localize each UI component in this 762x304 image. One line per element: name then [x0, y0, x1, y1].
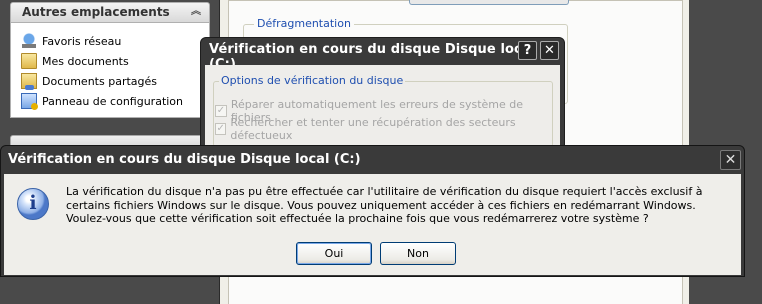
close-button[interactable]: ✕ [720, 150, 741, 170]
message-text: La vérification du disque n'a pas pu êtr… [66, 185, 703, 225]
task-pane-header[interactable]: Autres emplacements ︽ [10, 2, 210, 23]
task-pane-list: Favoris réseau Mes documents Documents p… [10, 23, 210, 118]
message-dialog: Vérification en cours du disque Disque l… [0, 145, 745, 277]
collapse-chevron-icon[interactable]: ︽ [189, 5, 203, 19]
check-disk-dialog-body: Options de vérification du disque ✓ Répa… [205, 65, 560, 149]
options-group-label: Options de vérification du disque [219, 74, 406, 87]
yes-button[interactable]: Oui [296, 242, 372, 265]
check-disk-dialog: Vérification en cours du disque Disque l… [200, 37, 565, 150]
task-link-panneau-configuration[interactable]: Panneau de configuration [21, 91, 209, 111]
task-link-label: Mes documents [42, 54, 129, 68]
task-link-favoris-reseau[interactable]: Favoris réseau [21, 31, 209, 51]
option-scan-sectors[interactable]: ✓ Rechercher et tenter une récupération … [215, 116, 560, 142]
task-link-label: Favoris réseau [42, 34, 122, 48]
message-dialog-body: i La vérification du disque n'a pas pu ê… [4, 174, 741, 275]
task-link-documents-partages[interactable]: Documents partagés [21, 71, 209, 91]
properties-button[interactable] [409, 0, 569, 5]
task-link-label: Documents partagés [42, 74, 157, 88]
network-places-icon [21, 33, 37, 49]
shared-documents-icon [21, 73, 37, 90]
close-button[interactable]: ✕ [540, 41, 559, 60]
task-link-mes-documents[interactable]: Mes documents [21, 51, 209, 71]
control-panel-icon [21, 93, 38, 110]
message-dialog-title: Vérification en cours du disque Disque l… [8, 152, 361, 167]
defrag-group-label: Défragmentation [254, 17, 354, 30]
properties-tab-page-bottom [228, 277, 683, 304]
my-documents-icon [21, 53, 37, 69]
help-button[interactable]: ? [518, 41, 537, 60]
task-link-label: Panneau de configuration [42, 94, 184, 108]
checkbox-checked-icon[interactable]: ✓ [215, 123, 227, 135]
information-icon: i [17, 188, 49, 220]
option-label: Rechercher et tenter une récupération de… [230, 116, 516, 142]
properties-window-bottom [219, 277, 689, 304]
no-button[interactable]: Non [380, 242, 456, 265]
task-pane-title: Autres emplacements [22, 5, 170, 19]
